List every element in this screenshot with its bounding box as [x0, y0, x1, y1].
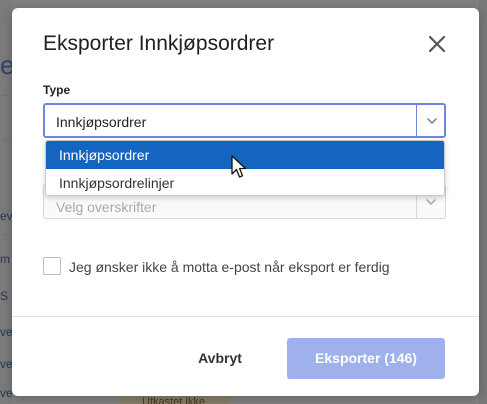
type-select[interactable]: Innkjøpsordrer	[43, 103, 446, 138]
type-select-toggle[interactable]	[417, 105, 446, 136]
email-opt-out-checkbox[interactable]	[43, 257, 61, 275]
chevron-down-icon	[426, 198, 436, 205]
mouse-pointer-icon	[231, 155, 249, 181]
email-opt-out-label[interactable]: Jeg ønsker ikke å motta e-post når ekspo…	[69, 259, 390, 275]
headers-select-placeholder: Velg overskrifter	[56, 199, 157, 215]
cancel-button[interactable]: Avbryt	[184, 338, 256, 378]
close-icon	[428, 35, 446, 53]
modal-title: Eksporter Innkjøpsordrer	[43, 32, 275, 55]
type-select-value: Innkjøpsordrer	[56, 114, 147, 130]
export-modal: Eksporter Innkjøpsordrer Type Innkjøpsor…	[12, 8, 479, 396]
close-button[interactable]	[425, 32, 449, 56]
export-button[interactable]: Eksporter (146)	[287, 338, 445, 379]
type-label: Type	[43, 83, 71, 97]
chevron-down-icon	[426, 117, 437, 124]
footer-divider	[12, 316, 479, 317]
